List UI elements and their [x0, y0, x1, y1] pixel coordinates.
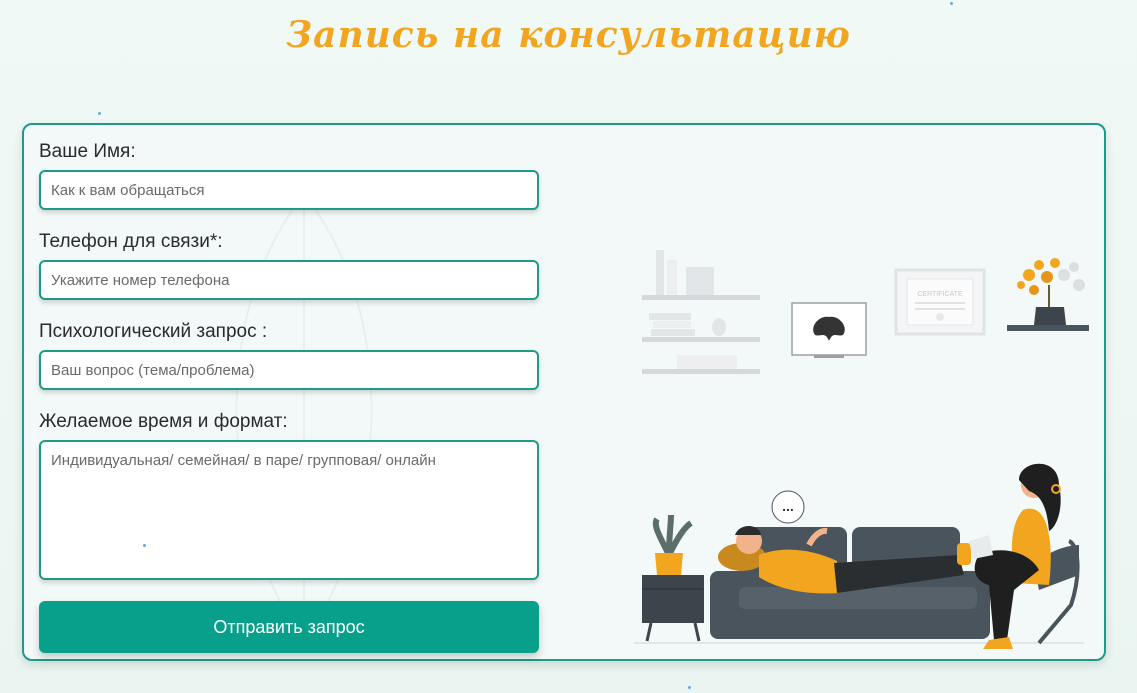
- bookshelf: [642, 250, 760, 374]
- speech-bubble-text: ...: [782, 498, 794, 514]
- speech-bubble: ...: [771, 490, 805, 524]
- phone-label: Телефон для связи*:: [39, 231, 223, 252]
- time-group: Желаемое время и формат:: [39, 411, 539, 580]
- consultation-form: Ваше Имя: Телефон для связи*: Психологич…: [39, 141, 539, 653]
- request-group: Психологический запрос :: [39, 321, 539, 390]
- therapy-session-illustration: CERTIFICATE ...: [634, 250, 1089, 649]
- phone-group: Телефон для связи*:: [39, 231, 539, 300]
- certificate-frame: CERTIFICATE: [894, 268, 986, 336]
- name-input[interactable]: [39, 170, 539, 210]
- submit-request-button[interactable]: Отправить запрос: [39, 601, 539, 653]
- time-format-textarea[interactable]: [39, 440, 539, 580]
- name-group: Ваше Имя:: [39, 141, 539, 210]
- certificate-text: CERTIFICATE: [917, 291, 963, 298]
- inkblot-picture: [791, 302, 867, 358]
- decor-dot: [688, 686, 691, 689]
- phone-input[interactable]: [39, 260, 539, 300]
- request-input[interactable]: [39, 350, 539, 390]
- decor-dot: [143, 544, 146, 547]
- decor-dot: [98, 112, 101, 115]
- side-table: [642, 514, 704, 642]
- potted-tree-shelf: [1007, 258, 1089, 331]
- request-label: Психологический запрос :: [39, 321, 268, 342]
- page-title: Запись на консультацию: [286, 14, 851, 56]
- decor-dot: [950, 2, 953, 5]
- time-label: Желаемое время и формат:: [39, 411, 288, 432]
- name-label: Ваше Имя:: [39, 141, 136, 162]
- consultation-form-card: Ваше Имя: Телефон для связи*: Психологич…: [22, 123, 1106, 661]
